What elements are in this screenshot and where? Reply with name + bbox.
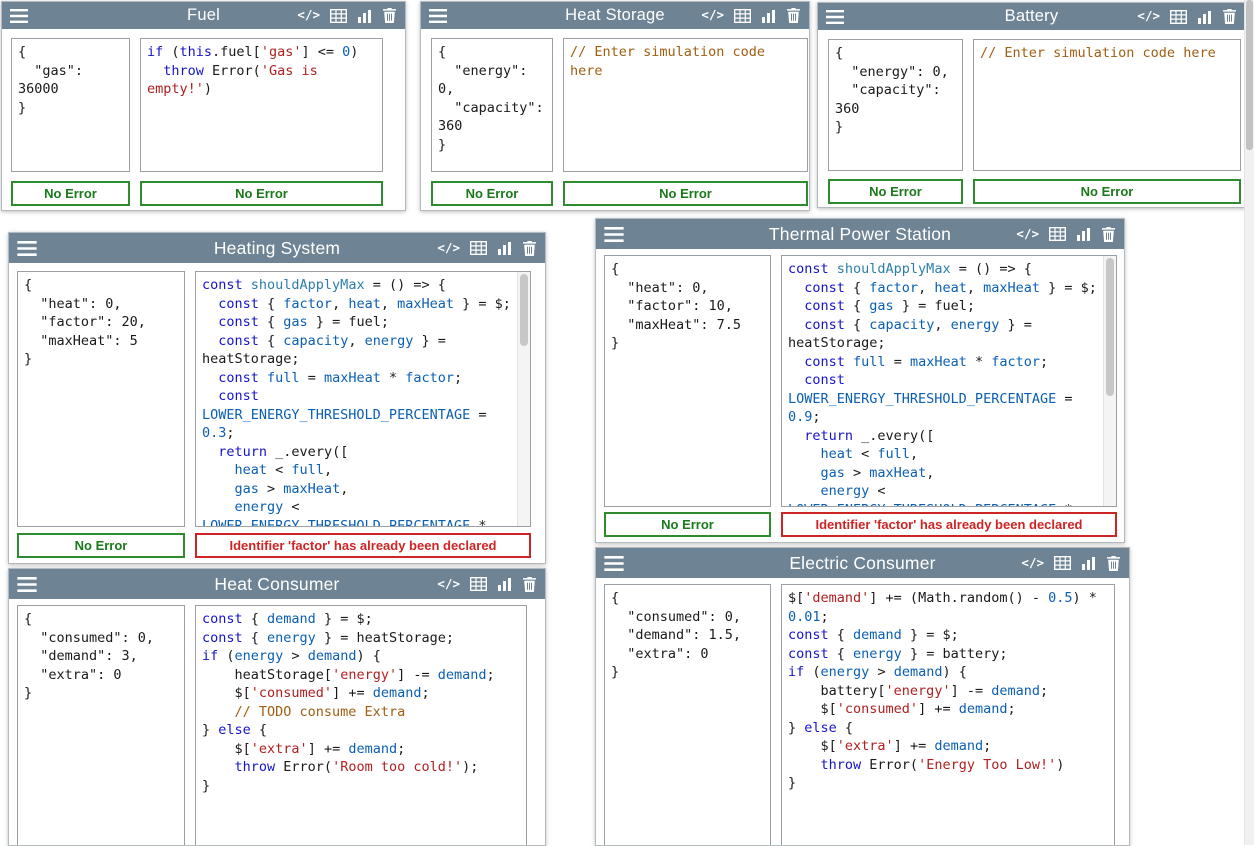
code-view-icon[interactable]: </> (1016, 228, 1039, 241)
code-view-icon[interactable]: </> (297, 9, 320, 22)
code-view-icon[interactable]: </> (701, 9, 724, 22)
panel-heat-storage: Heat Storage </> { "energy": 0, "capacit… (420, 1, 810, 211)
code-editor[interactable]: if (this.fuel['gas'] <= 0) throw Error('… (140, 38, 383, 172)
trash-icon[interactable] (523, 241, 536, 256)
chart-view-icon[interactable] (1197, 10, 1213, 24)
hamburger-menu-icon[interactable] (17, 241, 37, 256)
hamburger-menu-icon[interactable] (826, 10, 844, 24)
code-view-icon[interactable]: </> (1137, 10, 1160, 23)
code-status-badge: No Error (973, 179, 1241, 204)
table-view-icon[interactable] (470, 577, 487, 591)
panel-header: Heating System </> (9, 233, 545, 263)
panel-battery: Battery </> { "energy": 0, "capacity": 3… (817, 2, 1246, 208)
table-view-icon[interactable] (1170, 10, 1187, 24)
code-editor[interactable]: const shouldApplyMax = () => { const { f… (195, 271, 531, 527)
panel-header: Heat Consumer </> (9, 569, 545, 599)
chart-view-icon[interactable] (1076, 227, 1092, 241)
chart-view-icon[interactable] (357, 9, 373, 23)
code-status-badge: No Error (563, 181, 808, 206)
chart-view-icon[interactable] (761, 9, 777, 23)
table-view-icon[interactable] (470, 241, 487, 255)
state-status-badge: No Error (17, 533, 185, 558)
chart-view-icon[interactable] (497, 577, 513, 591)
panel-header: Electric Consumer </> (596, 548, 1129, 578)
state-json-editor[interactable]: { "energy": 0, "capacity": 360 } (828, 39, 963, 171)
code-view-icon[interactable]: </> (437, 242, 460, 255)
trash-icon[interactable] (787, 8, 800, 23)
simulation-dashboard: { "app": {"background": "#ffffff"}, "col… (0, 0, 1254, 845)
code-editor[interactable]: const shouldApplyMax = () => { const { f… (781, 255, 1117, 507)
table-view-icon[interactable] (1054, 556, 1071, 570)
panel-electric-consumer: Electric Consumer </> { "consumed": 0, "… (595, 547, 1130, 846)
scrollbar-thumb[interactable] (520, 274, 528, 346)
hamburger-menu-icon[interactable] (17, 577, 37, 592)
panel-heating-system: Heating System </> { "heat": 0, "factor"… (8, 232, 546, 564)
state-json-editor[interactable]: { "heat": 0, "factor": 20, "maxHeat": 5 … (17, 271, 185, 527)
table-view-icon[interactable] (734, 9, 751, 23)
code-status-badge: No Error (140, 181, 383, 206)
code-editor[interactable]: // Enter simulation code here (563, 38, 808, 172)
panel-header: Battery </> (818, 3, 1245, 30)
panel-header: Thermal Power Station </> (596, 219, 1124, 249)
state-status-badge: No Error (431, 181, 553, 206)
state-status-badge: No Error (11, 181, 130, 206)
state-json-editor[interactable]: { "gas": 36000 } (11, 38, 130, 172)
code-editor[interactable]: const { demand } = $;const { energy } = … (195, 605, 527, 846)
table-view-icon[interactable] (1049, 227, 1066, 241)
page-scrollbar-thumb[interactable] (1246, 0, 1253, 150)
panel-heat-consumer: Heat Consumer </> { "consumed": 0, "dema… (8, 568, 546, 846)
chart-view-icon[interactable] (1081, 556, 1097, 570)
code-view-icon[interactable]: </> (1021, 557, 1044, 570)
trash-icon[interactable] (383, 8, 396, 23)
panel-header: Heat Storage </> (421, 2, 809, 29)
state-status-badge: No Error (828, 179, 963, 204)
code-scrollbar[interactable] (517, 272, 530, 526)
state-json-editor[interactable]: { "consumed": 0, "demand": 1.5, "extra":… (604, 584, 771, 846)
code-editor[interactable]: // Enter simulation code here (973, 39, 1241, 171)
state-json-editor[interactable]: { "heat": 0, "factor": 10, "maxHeat": 7.… (604, 255, 771, 507)
code-scrollbar[interactable] (1103, 256, 1116, 506)
trash-icon[interactable] (523, 577, 536, 592)
hamburger-menu-icon[interactable] (604, 227, 624, 242)
hamburger-menu-icon[interactable] (604, 556, 624, 571)
state-status-badge: No Error (604, 512, 771, 537)
code-status-badge: Identifier 'factor' has already been dec… (781, 512, 1117, 537)
page-scrollbar[interactable] (1244, 0, 1254, 845)
trash-icon[interactable] (1102, 227, 1115, 242)
table-view-icon[interactable] (330, 9, 347, 23)
code-view-icon[interactable]: </> (437, 578, 460, 591)
hamburger-menu-icon[interactable] (10, 9, 28, 23)
panel-fuel: Fuel </> { "gas": 36000 } if (this.fuel[… (1, 1, 406, 211)
state-json-editor[interactable]: { "consumed": 0, "demand": 3, "extra": 0… (17, 605, 185, 846)
scrollbar-thumb[interactable] (1106, 258, 1114, 396)
trash-icon[interactable] (1223, 9, 1236, 24)
panel-thermal-power-station: Thermal Power Station </> { "heat": 0, "… (595, 218, 1125, 543)
code-editor[interactable]: $['demand'] += (Math.random() - 0.5) * 0… (781, 584, 1115, 846)
hamburger-menu-icon[interactable] (429, 9, 447, 23)
panel-header: Fuel </> (2, 2, 405, 29)
chart-view-icon[interactable] (497, 241, 513, 255)
state-json-editor[interactable]: { "energy": 0, "capacity": 360 } (431, 38, 553, 172)
trash-icon[interactable] (1107, 556, 1120, 571)
code-status-badge: Identifier 'factor' has already been dec… (195, 533, 531, 558)
